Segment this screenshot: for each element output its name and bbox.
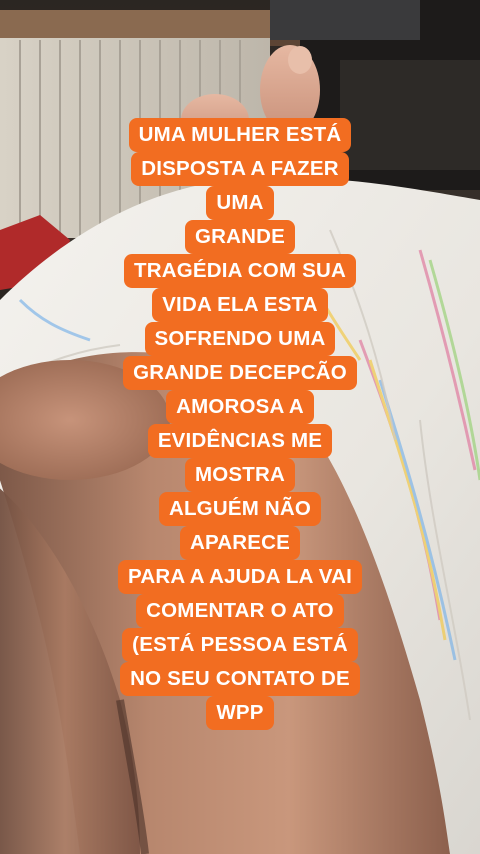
caption-line: NO SEU CONTATO DE: [120, 662, 360, 696]
caption-line: AMOROSA A: [166, 390, 314, 424]
caption-line: VIDA ELA ESTA: [152, 288, 328, 322]
caption-line: EVIDÊNCIAS ME: [147, 424, 333, 458]
caption-line: (ESTÁ PESSOA ESTÁ: [122, 628, 358, 662]
caption-line: GRANDE: [184, 220, 296, 254]
caption-line: COMENTAR O ATO: [136, 594, 344, 628]
caption-line: ALGUÉM NÃO: [158, 492, 322, 526]
caption-line: APARECE: [179, 526, 301, 560]
caption-line: GRANDE DECEPCÃO: [123, 356, 357, 390]
caption-line: DISPOSTA A FAZER: [131, 152, 349, 186]
caption-overlay: UMA MULHER ESTÁ DISPOSTA A FAZER UMA GRA…: [0, 118, 480, 730]
caption-line: PARA A AJUDA LA VAI: [118, 560, 362, 594]
caption-line: UMA MULHER ESTÁ: [128, 118, 352, 152]
caption-line: TRAGÉDIA COM SUA: [124, 254, 356, 288]
caption-line: SOFRENDO UMA: [144, 322, 336, 356]
caption-line: UMA: [206, 186, 274, 220]
caption-line: WPP: [206, 696, 274, 730]
caption-line: MOSTRA: [184, 458, 296, 492]
